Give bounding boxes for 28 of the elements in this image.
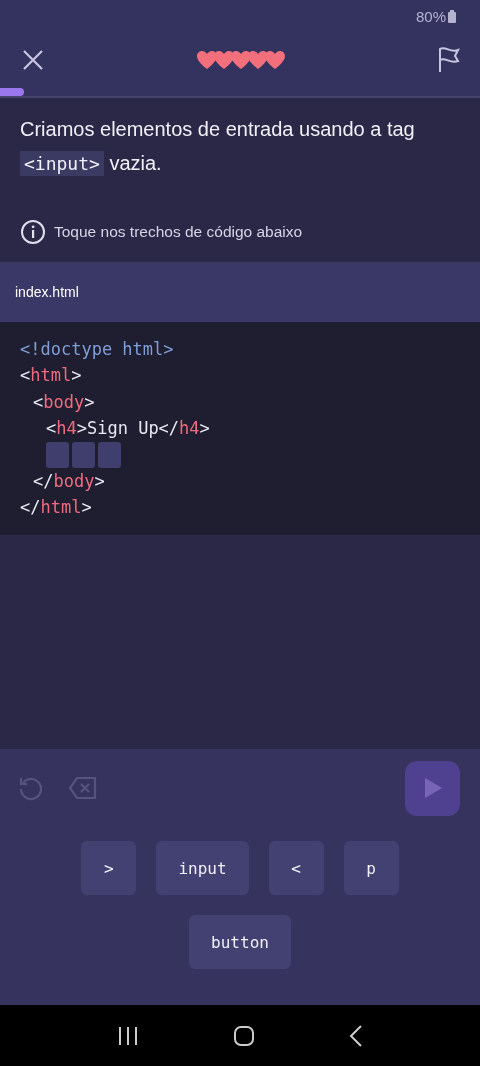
undo-icon[interactable] bbox=[18, 775, 44, 801]
code-line: </body> bbox=[33, 470, 105, 494]
code-line: <html> bbox=[20, 364, 82, 388]
instruction-text: Criamos elementos de entrada usando a tag <input> vazia. bbox=[20, 117, 416, 178]
blank-slot[interactable] bbox=[98, 442, 121, 469]
backspace-icon[interactable] bbox=[68, 776, 98, 800]
blank-slot[interactable] bbox=[46, 442, 69, 469]
back-icon[interactable] bbox=[349, 1024, 363, 1047]
code-snippet-button[interactable]: button bbox=[189, 915, 291, 969]
code-snippet-button[interactable]: > bbox=[81, 841, 137, 895]
blank-slot[interactable] bbox=[72, 442, 95, 469]
close-icon[interactable] bbox=[22, 49, 44, 71]
recents-icon[interactable] bbox=[117, 1025, 139, 1046]
code-snippet-button[interactable]: p bbox=[343, 841, 399, 895]
battery-icon bbox=[448, 9, 456, 23]
play-icon bbox=[422, 777, 443, 799]
battery-percentage: 80% bbox=[415, 7, 446, 25]
info-icon bbox=[20, 219, 46, 245]
hint-text: Toque nos trechos de código abaixo bbox=[54, 223, 303, 241]
code-snippet-button[interactable]: input bbox=[156, 841, 249, 895]
home-icon[interactable] bbox=[233, 1024, 255, 1047]
code-line: <h4>Sign Up</h4> bbox=[46, 416, 210, 440]
flag-icon[interactable] bbox=[438, 47, 460, 73]
code-line: </html> bbox=[20, 496, 92, 520]
file-name: index.html bbox=[15, 284, 79, 300]
code-line: <body> bbox=[33, 390, 95, 414]
code-snippet-button[interactable]: < bbox=[268, 841, 324, 895]
code-line: <!doctype html> bbox=[20, 338, 174, 361]
